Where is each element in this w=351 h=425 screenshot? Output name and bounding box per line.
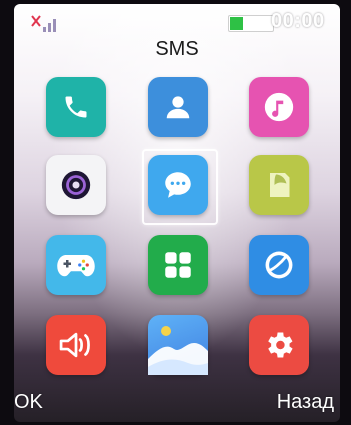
app-apps[interactable] xyxy=(148,235,208,295)
screen-title: SMS xyxy=(155,38,199,60)
gamepad-icon xyxy=(57,255,95,277)
app-browser[interactable] xyxy=(249,235,309,295)
phone-screen: 00:00 SMS OK Назад xyxy=(14,4,340,422)
app-settings[interactable] xyxy=(249,315,309,375)
note-icon xyxy=(270,173,290,197)
battery-icon xyxy=(228,15,274,32)
planet-icon xyxy=(265,251,293,279)
music-icon xyxy=(264,92,294,122)
app-notes[interactable] xyxy=(249,155,309,215)
app-messages[interactable] xyxy=(148,155,208,215)
message-icon xyxy=(165,172,191,198)
app-contacts[interactable] xyxy=(148,77,208,137)
camera-icon xyxy=(61,170,91,200)
gallery-icon xyxy=(148,326,208,375)
gear-icon xyxy=(268,332,293,358)
app-music[interactable] xyxy=(249,77,309,137)
app-phone[interactable] xyxy=(46,77,106,137)
app-camera[interactable] xyxy=(46,155,106,215)
apps-grid-icon xyxy=(165,252,191,278)
phone-icon xyxy=(65,96,87,118)
softkey-back[interactable]: Назад xyxy=(277,391,334,414)
app-games[interactable] xyxy=(46,235,106,295)
no-signal-icon xyxy=(31,15,56,32)
clock: 00:00 xyxy=(271,10,325,32)
app-gallery[interactable] xyxy=(148,315,208,375)
softkey-ok[interactable]: OK xyxy=(14,391,43,414)
speaker-icon xyxy=(59,332,90,358)
contacts-icon xyxy=(166,96,190,119)
app-sound[interactable] xyxy=(46,315,106,375)
battery-level xyxy=(230,17,243,30)
status-bar: 00:00 xyxy=(14,4,340,34)
